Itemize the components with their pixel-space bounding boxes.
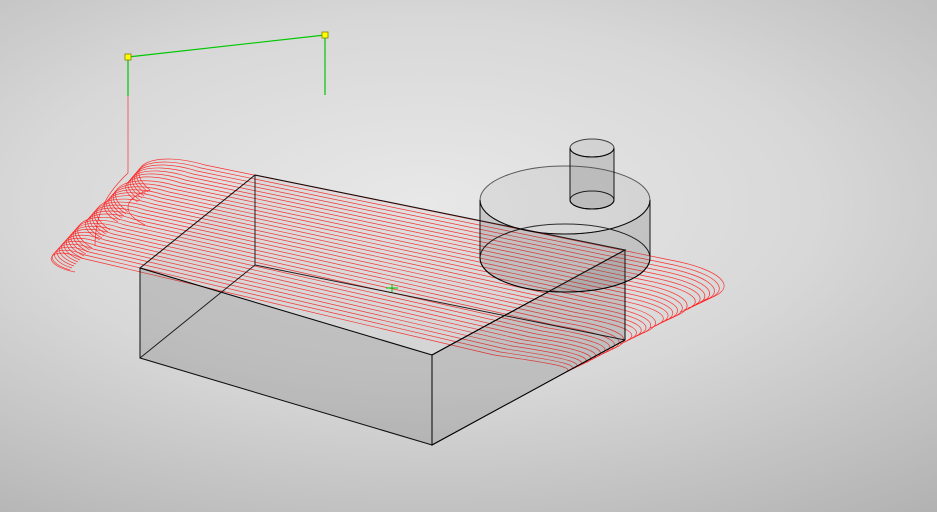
scene-svg: [0, 0, 937, 512]
anchor-point: [322, 32, 328, 38]
rapid-moves: [125, 32, 328, 96]
anchor-point: [125, 54, 131, 60]
cutting-tool: [480, 139, 650, 292]
cam-viewport[interactable]: [0, 0, 937, 512]
